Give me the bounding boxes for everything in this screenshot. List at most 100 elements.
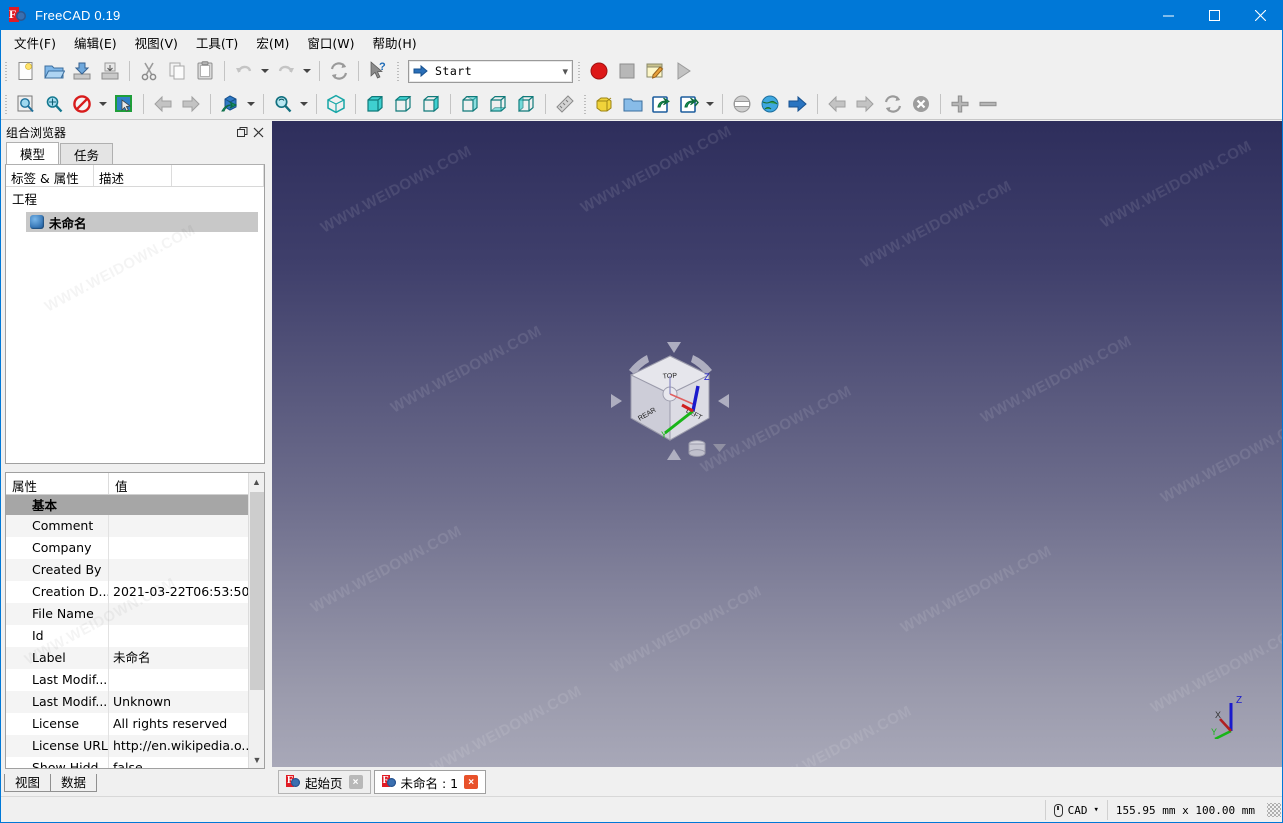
paste-icon[interactable] xyxy=(191,57,219,85)
property-value[interactable] xyxy=(109,559,264,581)
mdi-tab-close-icon[interactable]: × xyxy=(464,775,479,789)
zoom-in-icon[interactable] xyxy=(946,90,974,118)
view-back-icon[interactable] xyxy=(149,90,177,118)
property-row-license-url[interactable]: License URL http://en.wikipedia.o... xyxy=(6,735,264,757)
link-icon[interactable] xyxy=(647,90,675,118)
mdi-tab-unnamed-document[interactable]: F 未命名 : 1 × xyxy=(373,770,487,794)
zoom-icon[interactable] xyxy=(269,90,297,118)
property-value[interactable] xyxy=(109,515,264,537)
scrollbar-thumb[interactable] xyxy=(250,492,264,690)
link-dropdown-icon[interactable] xyxy=(703,90,717,118)
menu-macro[interactable]: 宏(M) xyxy=(247,29,298,56)
web-blank-icon[interactable] xyxy=(728,90,756,118)
scroll-down-arrow-icon[interactable]: ▼ xyxy=(249,751,264,768)
property-row-company[interactable]: Company xyxy=(6,537,264,559)
property-value[interactable] xyxy=(109,669,264,691)
toolbar-grip[interactable] xyxy=(3,93,10,115)
menu-window[interactable]: 窗口(W) xyxy=(298,29,363,56)
property-row-id[interactable]: Id xyxy=(6,625,264,647)
create-part-icon[interactable] xyxy=(591,90,619,118)
next-page-icon[interactable] xyxy=(851,90,879,118)
print-document-icon[interactable] xyxy=(96,57,124,85)
save-document-icon[interactable] xyxy=(68,57,96,85)
property-value[interactable] xyxy=(109,603,264,625)
tab-model[interactable]: 模型 xyxy=(6,142,60,164)
view-forward-icon[interactable] xyxy=(177,90,205,118)
fit-all-icon[interactable] xyxy=(12,90,40,118)
draw-style-dropdown-icon[interactable] xyxy=(96,90,110,118)
tab-view[interactable]: 视图 xyxy=(4,774,52,792)
cut-icon[interactable] xyxy=(135,57,163,85)
menu-tools[interactable]: 工具(T) xyxy=(187,29,247,56)
property-column-value[interactable]: 值 xyxy=(109,473,264,494)
redo-icon[interactable] xyxy=(272,57,300,85)
property-group-base[interactable]: 基本 xyxy=(6,495,264,515)
property-row-last-modified-date[interactable]: Last Modif... Unknown xyxy=(6,691,264,713)
scroll-up-arrow-icon[interactable]: ▲ xyxy=(249,473,264,490)
link-group-icon[interactable] xyxy=(675,90,703,118)
previous-page-icon[interactable] xyxy=(823,90,851,118)
property-value[interactable]: All rights reserved xyxy=(109,713,264,735)
menu-help[interactable]: 帮助(H) xyxy=(363,29,425,56)
mdi-tab-close-icon[interactable]: × xyxy=(348,775,363,789)
menu-file[interactable]: 文件(F) xyxy=(5,29,65,56)
open-document-icon[interactable] xyxy=(40,57,68,85)
axonometric-view-icon[interactable] xyxy=(322,90,350,118)
tab-tasks[interactable]: 任务 xyxy=(60,143,114,164)
property-column-name[interactable]: 属性 xyxy=(6,473,109,494)
property-value[interactable]: 未命名 xyxy=(109,647,264,669)
property-value[interactable]: false xyxy=(109,757,264,768)
front-view-icon[interactable] xyxy=(361,90,389,118)
property-value[interactable]: Unknown xyxy=(109,691,264,713)
model-tree[interactable]: 标签 & 属性 描述 工程 未命名 WWW.WEIDOWN.COM xyxy=(5,164,265,464)
property-row-label[interactable]: Label 未命名 xyxy=(6,647,264,669)
load-url-icon[interactable] xyxy=(784,90,812,118)
property-row-last-modified-by[interactable]: Last Modif... xyxy=(6,669,264,691)
maximize-button[interactable] xyxy=(1191,0,1237,30)
close-icon[interactable] xyxy=(250,124,266,140)
toolbar-grip[interactable] xyxy=(395,60,402,82)
stop-loading-icon[interactable] xyxy=(907,90,935,118)
reload-icon[interactable] xyxy=(879,90,907,118)
minimize-button[interactable] xyxy=(1145,0,1191,30)
property-editor[interactable]: 属性 值 基本 Comment Company Created By Creat… xyxy=(5,472,265,769)
property-value[interactable]: 2021-03-22T06:53:50Z xyxy=(109,581,264,603)
box-selection-icon[interactable] xyxy=(110,90,138,118)
undo-icon[interactable] xyxy=(230,57,258,85)
property-row-license[interactable]: License All rights reserved xyxy=(6,713,264,735)
top-view-icon[interactable] xyxy=(389,90,417,118)
close-button[interactable] xyxy=(1237,0,1283,30)
zoom-out-icon[interactable] xyxy=(974,90,1002,118)
toolbar-grip[interactable] xyxy=(582,93,589,115)
tree-column-label[interactable]: 标签 & 属性 xyxy=(6,165,94,186)
tree-item-document[interactable]: 未命名 xyxy=(26,212,258,232)
tab-data[interactable]: 数据 xyxy=(50,774,98,792)
zoom-dropdown-icon[interactable] xyxy=(297,90,311,118)
copy-icon[interactable] xyxy=(163,57,191,85)
macro-execute-icon[interactable] xyxy=(669,57,697,85)
macro-record-icon[interactable] xyxy=(585,57,613,85)
measure-icon[interactable] xyxy=(551,90,579,118)
tree-root-item[interactable]: 工程 xyxy=(6,187,264,210)
fit-selection-icon[interactable] xyxy=(40,90,68,118)
chevron-down-icon[interactable]: ▾ xyxy=(1094,805,1099,815)
menu-edit[interactable]: 编辑(E) xyxy=(65,29,126,56)
web-browser-icon[interactable] xyxy=(756,90,784,118)
redo-dropdown-icon[interactable] xyxy=(300,57,314,85)
resize-grip[interactable] xyxy=(1267,803,1281,817)
mdi-tab-start-page[interactable]: F 起始页 × xyxy=(278,770,371,794)
tree-column-extra[interactable] xyxy=(172,165,264,186)
property-scrollbar[interactable]: ▲ ▼ xyxy=(248,473,264,768)
chevron-down-icon[interactable]: ▾ xyxy=(562,65,568,78)
navigation-style-selector[interactable]: CAD ▾ xyxy=(1044,800,1107,820)
std-views-icon[interactable] xyxy=(216,90,244,118)
property-value[interactable]: http://en.wikipedia.o... xyxy=(109,735,264,757)
draw-style-icon[interactable] xyxy=(68,90,96,118)
property-row-comment[interactable]: Comment xyxy=(6,515,264,537)
macro-stop-icon[interactable] xyxy=(613,57,641,85)
create-group-icon[interactable] xyxy=(619,90,647,118)
toolbar-grip[interactable] xyxy=(576,60,583,82)
property-value[interactable] xyxy=(109,625,264,647)
property-row-show-hidden[interactable]: Show Hidd... false xyxy=(6,757,264,768)
rear-view-icon[interactable] xyxy=(456,90,484,118)
